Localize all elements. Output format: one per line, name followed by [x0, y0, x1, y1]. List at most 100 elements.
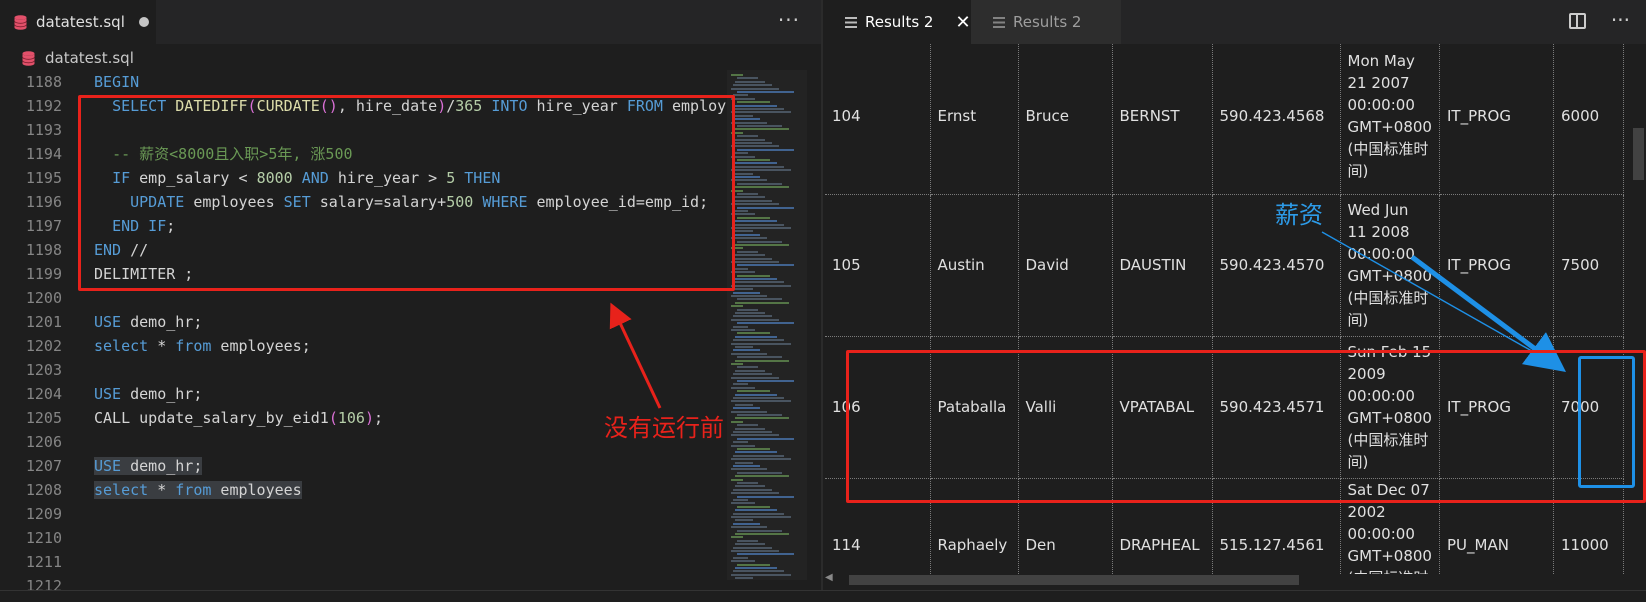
minimap-line — [731, 386, 755, 389]
minimap-line — [731, 111, 791, 114]
minimap-line — [735, 359, 789, 362]
table-cell[interactable]: 6000 — [1553, 44, 1624, 195]
line-number: 1209 — [25, 505, 62, 523]
code-token: * — [148, 481, 176, 499]
more-actions-icon[interactable]: ··· — [1611, 8, 1630, 32]
minimap-line — [733, 108, 784, 110]
minimap-line — [737, 101, 770, 104]
minimap-line — [735, 104, 777, 107]
line-number: 1203 — [25, 361, 62, 379]
minimap-line — [731, 516, 791, 518]
code-token: ( — [328, 409, 338, 427]
code-line[interactable]: 1209 — [0, 502, 727, 526]
minimap-line — [737, 264, 794, 267]
close-icon[interactable]: ✕ — [955, 12, 970, 33]
code-token: demo_hr; — [121, 313, 203, 331]
annotation-redbox-row-106 — [846, 350, 1646, 503]
minimap-line — [733, 233, 760, 236]
line-number: 1200 — [25, 289, 62, 307]
table-cell[interactable]: 590.423.4568 — [1212, 44, 1341, 195]
minimap-line — [735, 186, 789, 189]
code-line[interactable]: 1203 — [0, 358, 727, 382]
minimap-line — [737, 91, 794, 93]
minimap-line — [733, 267, 748, 270]
annotation-salary: 薪资 — [1275, 201, 1323, 229]
minimap-line — [731, 169, 791, 172]
minimap-line — [737, 356, 782, 359]
code-token: * — [148, 337, 176, 355]
code-line[interactable]: 1207 USE demo_hr; — [0, 454, 727, 478]
minimap-line — [731, 560, 755, 563]
code-token: from — [175, 481, 212, 499]
minimap-line — [731, 444, 755, 447]
code-line[interactable]: 1208 select * from employees — [0, 478, 727, 502]
minimap-line — [737, 240, 782, 243]
minimap-line — [737, 322, 794, 325]
line-number: 1192 — [25, 97, 62, 115]
minimap[interactable] — [727, 70, 807, 580]
minimap-line — [731, 536, 743, 539]
minimap-line — [735, 393, 777, 396]
code-line[interactable]: 1202 select * from employees; — [0, 334, 727, 358]
breadcrumb[interactable]: datatest.sql — [0, 44, 822, 72]
tab-results-inactive[interactable]: Results 2 — [971, 0, 1121, 44]
tab-results-active[interactable]: Results 2 ✕ — [823, 0, 971, 44]
code-line[interactable]: 1188 BEGIN — [0, 70, 727, 94]
table-cell[interactable]: DAUSTIN — [1112, 194, 1213, 337]
status-bar — [0, 590, 1646, 602]
scrollbar-thumb[interactable] — [1633, 128, 1644, 180]
table-cell[interactable]: IT_PROG — [1439, 44, 1554, 195]
minimap-line — [735, 128, 789, 131]
table-cell[interactable]: BERNST — [1112, 44, 1213, 195]
line-number: 1188 — [25, 73, 62, 91]
minimap-line — [733, 325, 748, 328]
table-cell[interactable]: 104 — [825, 44, 931, 195]
more-actions-icon[interactable]: ··· — [778, 8, 800, 32]
table-row[interactable]: 104 Ernst Bruce BERNST 590.423.4568 Mon May 2… — [825, 44, 1624, 195]
table-cell[interactable]: Ernst — [930, 44, 1019, 195]
code-line[interactable]: 1201 USE demo_hr; — [0, 310, 727, 334]
minimap-line — [733, 199, 772, 202]
table-cell[interactable]: 7500 — [1553, 194, 1624, 337]
minimap-line — [735, 138, 765, 141]
minimap-line — [737, 424, 758, 427]
table-cell[interactable]: 105 — [825, 194, 931, 337]
results-horizontal-scrollbar[interactable]: ◀ — [825, 572, 1628, 586]
table-cell[interactable]: David — [1018, 194, 1113, 337]
minimap-line — [737, 193, 758, 195]
minimap-line — [731, 434, 779, 437]
minimap-line — [733, 397, 784, 399]
unsaved-dot-icon[interactable] — [138, 17, 149, 27]
minimap-line — [735, 451, 777, 454]
editor-pane: datatest.sql ··· datatest.sql 1188 BEGIN 1… — [0, 0, 822, 602]
table-cell[interactable]: Mon May 21 2007 00:00:00 GMT+0800 (中国标准时… — [1340, 44, 1440, 195]
tab-results-label: Results 2 — [865, 13, 934, 31]
minimap-line — [737, 332, 770, 335]
minimap-line — [735, 312, 765, 314]
minimap-line — [733, 556, 748, 559]
code-line[interactable]: 1204 USE demo_hr; — [0, 382, 727, 406]
table-cell[interactable]: Wed Jun 11 2008 00:00:00 GMT+0800 (中国标准时… — [1340, 194, 1440, 337]
minimap-line — [731, 526, 767, 529]
table-cell[interactable]: IT_PROG — [1439, 194, 1554, 337]
split-editor-icon[interactable] — [1569, 13, 1586, 29]
editor-scrollbar[interactable] — [807, 70, 821, 580]
table-cell[interactable]: Bruce — [1018, 44, 1113, 195]
code-line[interactable]: 1210 — [0, 526, 727, 550]
minimap-line — [735, 577, 753, 580]
scroll-left-icon[interactable]: ◀ — [825, 572, 833, 583]
minimap-line — [731, 420, 743, 423]
list-icon — [845, 16, 857, 28]
code-line[interactable]: 1211 — [0, 550, 727, 574]
minimap-line — [733, 165, 784, 168]
editor-tab-datatest[interactable]: datatest.sql — [0, 0, 156, 44]
table-cell[interactable]: Austin — [930, 194, 1019, 337]
scrollbar-thumb[interactable] — [849, 575, 1299, 585]
code-text: select * from employees; — [94, 334, 311, 358]
minimap-line — [737, 414, 782, 416]
code-token: USE — [94, 457, 122, 475]
table-row[interactable]: 105 Austin David DAUSTIN 590.423.4570 Wed Jun… — [825, 194, 1624, 337]
code-text: USE demo_hr; — [94, 454, 203, 478]
minimap-line — [733, 281, 784, 284]
minimap-line — [735, 254, 765, 257]
